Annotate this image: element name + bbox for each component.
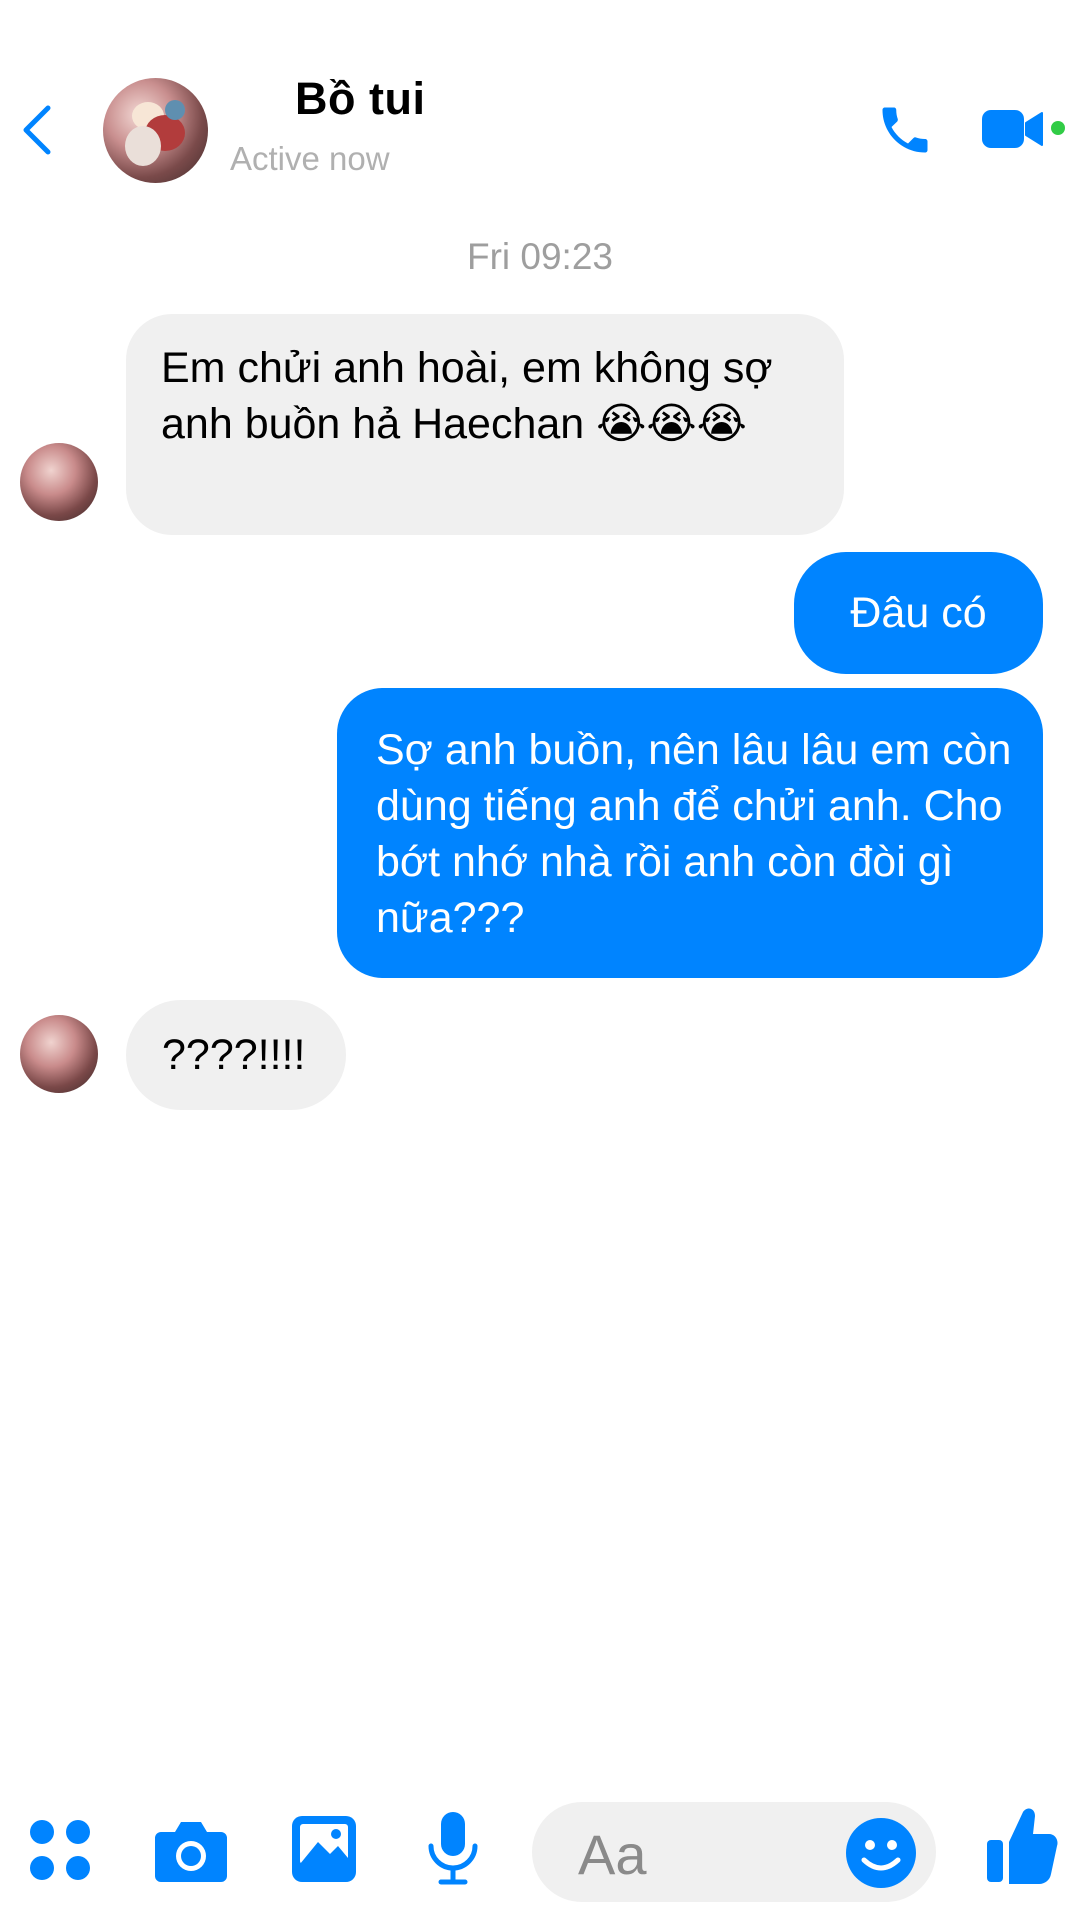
camera-icon (155, 1822, 227, 1882)
avatar-image (125, 100, 185, 166)
contact-name: Bồ tui (295, 73, 426, 124)
emoji-button[interactable] (844, 1816, 918, 1890)
message-text: Đâu có (850, 589, 987, 637)
apps-icon (30, 1820, 90, 1880)
video-camera-icon (982, 110, 1043, 148)
input-placeholder: Aa (578, 1823, 647, 1886)
message-timestamp: Fri 09:23 (466, 236, 613, 277)
active-status: Active now (230, 140, 390, 177)
sender-avatar[interactable] (20, 1015, 98, 1093)
video-call-button[interactable] (980, 106, 1050, 152)
like-button[interactable] (985, 1804, 1059, 1891)
voice-call-button[interactable] (875, 100, 935, 160)
chevron-left-icon (23, 105, 51, 155)
back-button[interactable] (18, 100, 58, 160)
conversation-header: Bồ tui Active now (0, 0, 1080, 200)
contact-avatar[interactable] (103, 78, 208, 183)
message-input[interactable]: Aa (532, 1802, 936, 1902)
voice-message-button[interactable] (425, 1810, 481, 1895)
message-text: ????!!!! (162, 1031, 306, 1079)
emoji-icon (846, 1818, 916, 1888)
microphone-icon (428, 1812, 478, 1885)
message-text: Em chửi anh hoài, em không sợ anh buồn h… (161, 344, 773, 448)
image-icon (292, 1816, 356, 1882)
camera-button[interactable] (153, 1818, 229, 1889)
message-composer: Aa (0, 1780, 1080, 1920)
more-actions-button[interactable] (28, 1818, 92, 1887)
phone-icon (882, 107, 928, 153)
online-indicator (1051, 121, 1065, 135)
like-icon (987, 1808, 1058, 1884)
message-bubble-outgoing[interactable]: Sợ anh buồn, nên lâu lâu em còn dùng tiế… (337, 688, 1043, 978)
sender-avatar[interactable] (20, 443, 98, 521)
message-text: Sợ anh buồn, nên lâu lâu em còn dùng tiế… (376, 726, 1012, 942)
message-bubble-incoming[interactable]: ????!!!! (126, 1000, 346, 1110)
message-bubble-incoming[interactable]: Em chửi anh hoài, em không sợ anh buồn h… (126, 314, 844, 535)
gallery-button[interactable] (290, 1814, 358, 1889)
message-bubble-outgoing[interactable]: Đâu có (794, 552, 1043, 674)
